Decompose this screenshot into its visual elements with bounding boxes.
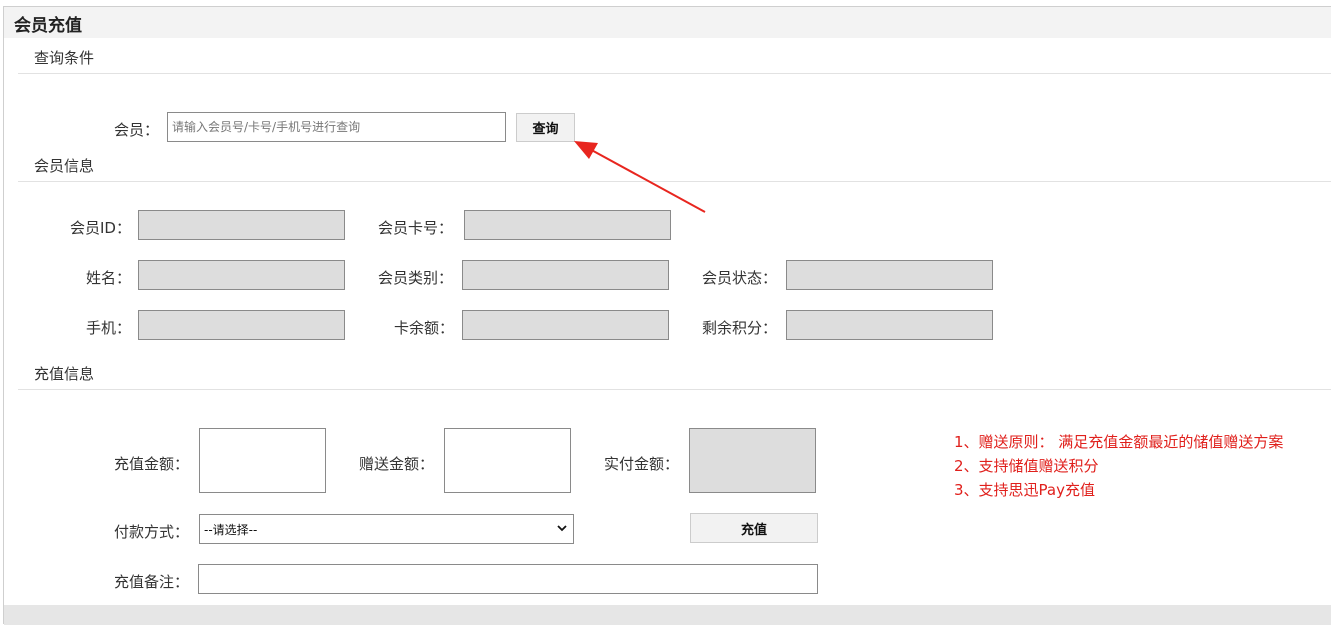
note-item: 2、支持储值赠送积分 <box>954 457 1099 475</box>
remaining-points-field <box>786 310 993 340</box>
bonus-amount-input[interactable] <box>444 428 571 493</box>
card-balance-field <box>462 310 669 340</box>
note-item: 3、支持思迅Pay充值 <box>954 481 1095 499</box>
remark-input[interactable] <box>198 564 818 594</box>
member-label: 会员： <box>114 121 160 139</box>
payment-method-label: 付款方式： <box>114 523 190 541</box>
member-type-label: 会员类别： <box>378 269 454 287</box>
bottom-bar <box>4 605 1331 625</box>
name-label: 姓名： <box>86 269 132 287</box>
payment-method-selected: --请选择-- <box>204 523 258 537</box>
actual-amount-label: 实付金额： <box>604 455 680 473</box>
member-status-field <box>786 260 993 290</box>
member-id-label: 会员ID： <box>70 219 131 237</box>
section-divider <box>18 389 1331 390</box>
title-bar: 会员充值 <box>4 7 1331 38</box>
chevron-down-icon <box>557 525 567 532</box>
section-title-recharge: 充值信息 <box>34 365 95 383</box>
section-divider <box>18 181 1331 182</box>
remaining-points-label: 剩余积分： <box>702 319 778 337</box>
member-id-field <box>138 210 345 240</box>
recharge-amount-input[interactable] <box>199 428 326 493</box>
member-status-label: 会员状态： <box>702 269 778 287</box>
section-title-query: 查询条件 <box>34 49 95 67</box>
card-balance-label: 卡余额： <box>394 319 455 337</box>
bonus-amount-label: 赠送金额： <box>359 455 435 473</box>
name-field <box>138 260 345 290</box>
member-search-input[interactable] <box>167 112 506 142</box>
member-card-field <box>464 210 671 240</box>
actual-amount-field <box>689 428 816 493</box>
section-title-member-info: 会员信息 <box>34 157 95 175</box>
member-type-field <box>462 260 669 290</box>
recharge-amount-label: 充值金额： <box>114 455 190 473</box>
note-item: 1、赠送原则： 满足充值金额最近的储值赠送方案 <box>954 433 1284 451</box>
page-title: 会员充值 <box>14 16 82 36</box>
member-card-label: 会员卡号： <box>378 219 454 237</box>
recharge-panel: 会员充值 查询条件 会员： 查询 会员信息 会员ID： 会员卡号： 姓名： 会员… <box>3 6 1331 625</box>
phone-label: 手机： <box>86 319 132 337</box>
remark-label: 充值备注： <box>114 573 190 591</box>
payment-method-select[interactable]: --请选择-- <box>199 514 574 544</box>
search-button[interactable]: 查询 <box>516 113 575 142</box>
recharge-button[interactable]: 充值 <box>690 513 818 543</box>
section-divider <box>18 73 1331 74</box>
phone-field <box>138 310 345 340</box>
